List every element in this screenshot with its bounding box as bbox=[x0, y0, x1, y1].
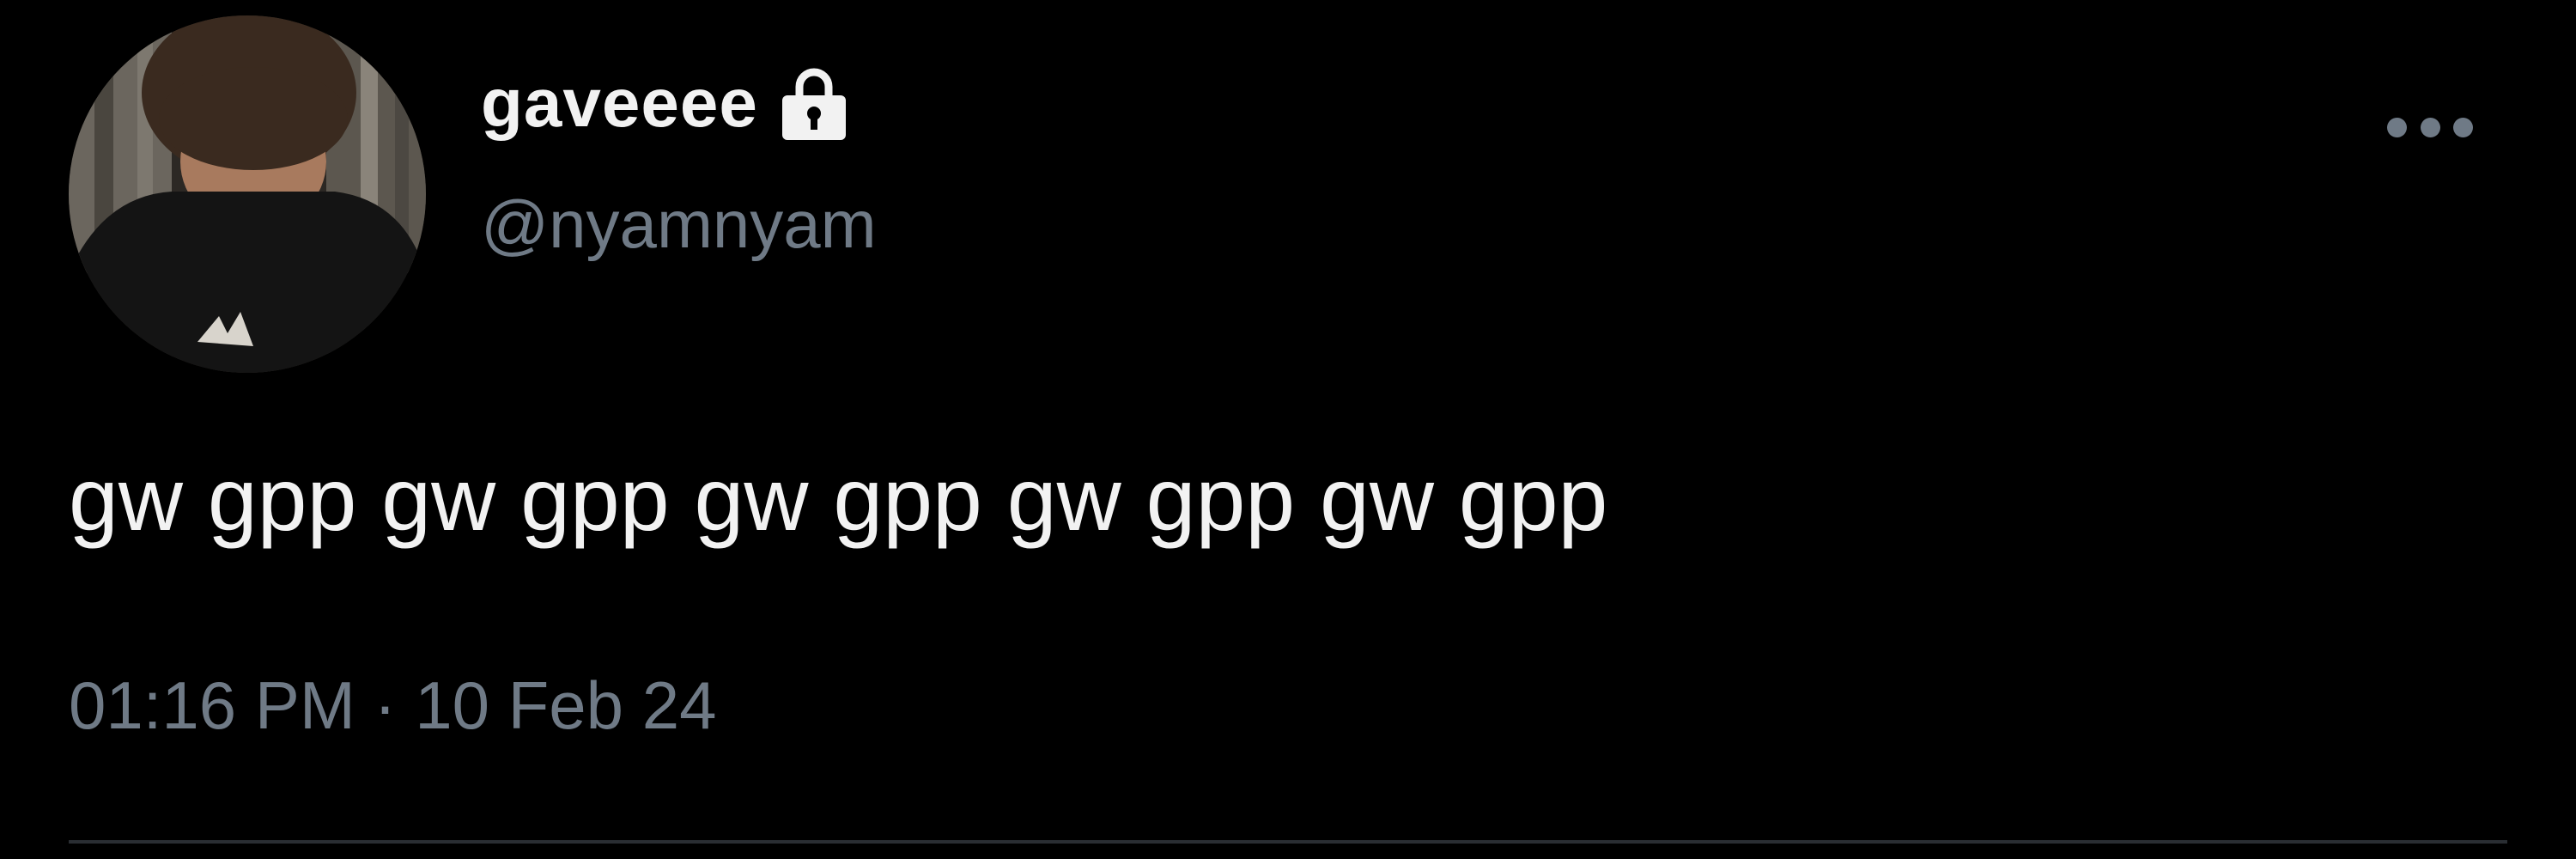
more-options-icon[interactable] bbox=[2387, 110, 2473, 144]
avatar[interactable] bbox=[69, 15, 426, 373]
display-name[interactable]: gaveeee bbox=[481, 69, 758, 137]
dot bbox=[2453, 117, 2473, 137]
divider bbox=[69, 840, 2507, 844]
tweet-card: gaveeee @nyamnyam gw gpp gw gpp gw gpp g… bbox=[0, 0, 2576, 859]
tweet-time: 01:16 PM bbox=[69, 667, 355, 743]
tweet-text: gw gpp gw gpp gw gpp gw gpp gw gpp bbox=[69, 450, 1608, 550]
tweet-timestamp[interactable]: 01:16 PM · 10 Feb 24 bbox=[69, 672, 716, 739]
username-handle[interactable]: @nyamnyam bbox=[481, 191, 877, 258]
lock-icon bbox=[775, 64, 853, 142]
dot bbox=[2420, 117, 2440, 137]
avatar-photo bbox=[69, 15, 426, 373]
dot bbox=[2387, 117, 2407, 137]
author-name-row: gaveeee bbox=[481, 60, 853, 146]
tweet-date: 10 Feb 24 bbox=[415, 667, 717, 743]
timestamp-separator: · bbox=[374, 667, 397, 743]
